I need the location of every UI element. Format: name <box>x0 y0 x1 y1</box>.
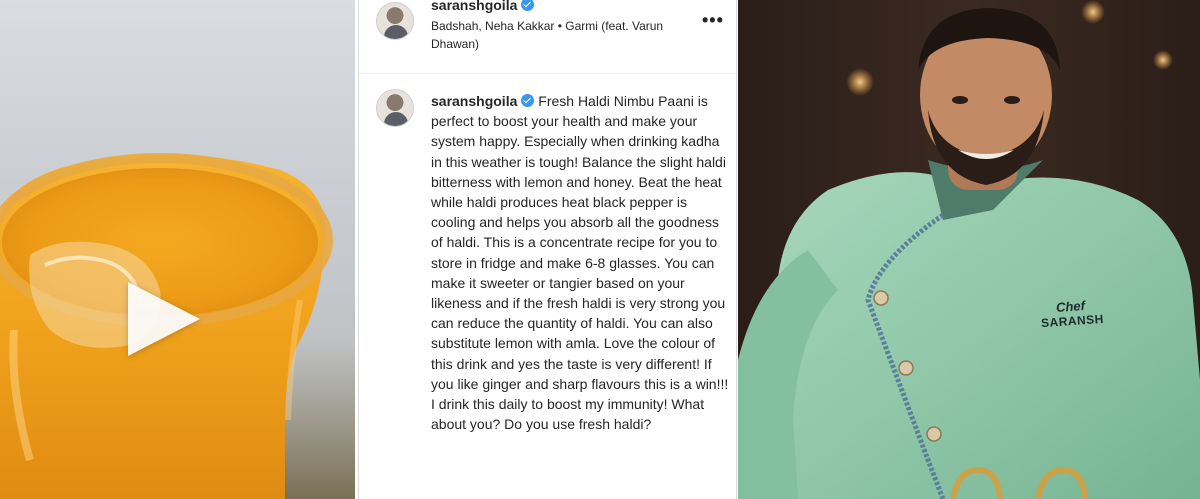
chef-portrait-image <box>738 0 1200 499</box>
drink-glass-image <box>0 153 355 499</box>
video-thumbnail[interactable] <box>0 0 355 499</box>
post-header: saranshgoila Badshah, Neha Kakkar • Garm… <box>359 0 736 74</box>
caption-avatar[interactable] <box>376 89 414 127</box>
instagram-post: saranshgoila Badshah, Neha Kakkar • Garm… <box>358 0 737 499</box>
post-username[interactable]: saranshgoila <box>431 0 517 13</box>
verified-badge-icon <box>521 94 535 107</box>
audio-track-link[interactable]: Badshah, Neha Kakkar • Garmi (feat. Varu… <box>431 17 681 53</box>
post-caption: saranshgoila Fresh Haldi Nimbu Paani is … <box>431 91 729 434</box>
avatar[interactable] <box>376 2 414 40</box>
play-icon[interactable] <box>128 282 200 356</box>
verified-badge-icon <box>521 0 535 11</box>
caption-username[interactable]: saranshgoila <box>431 93 517 109</box>
chef-photo: Chef SARANSH <box>738 0 1200 499</box>
caption-text: Fresh Haldi Nimbu Paani is perfect to bo… <box>431 93 729 433</box>
more-options-icon[interactable]: ••• <box>702 11 724 29</box>
